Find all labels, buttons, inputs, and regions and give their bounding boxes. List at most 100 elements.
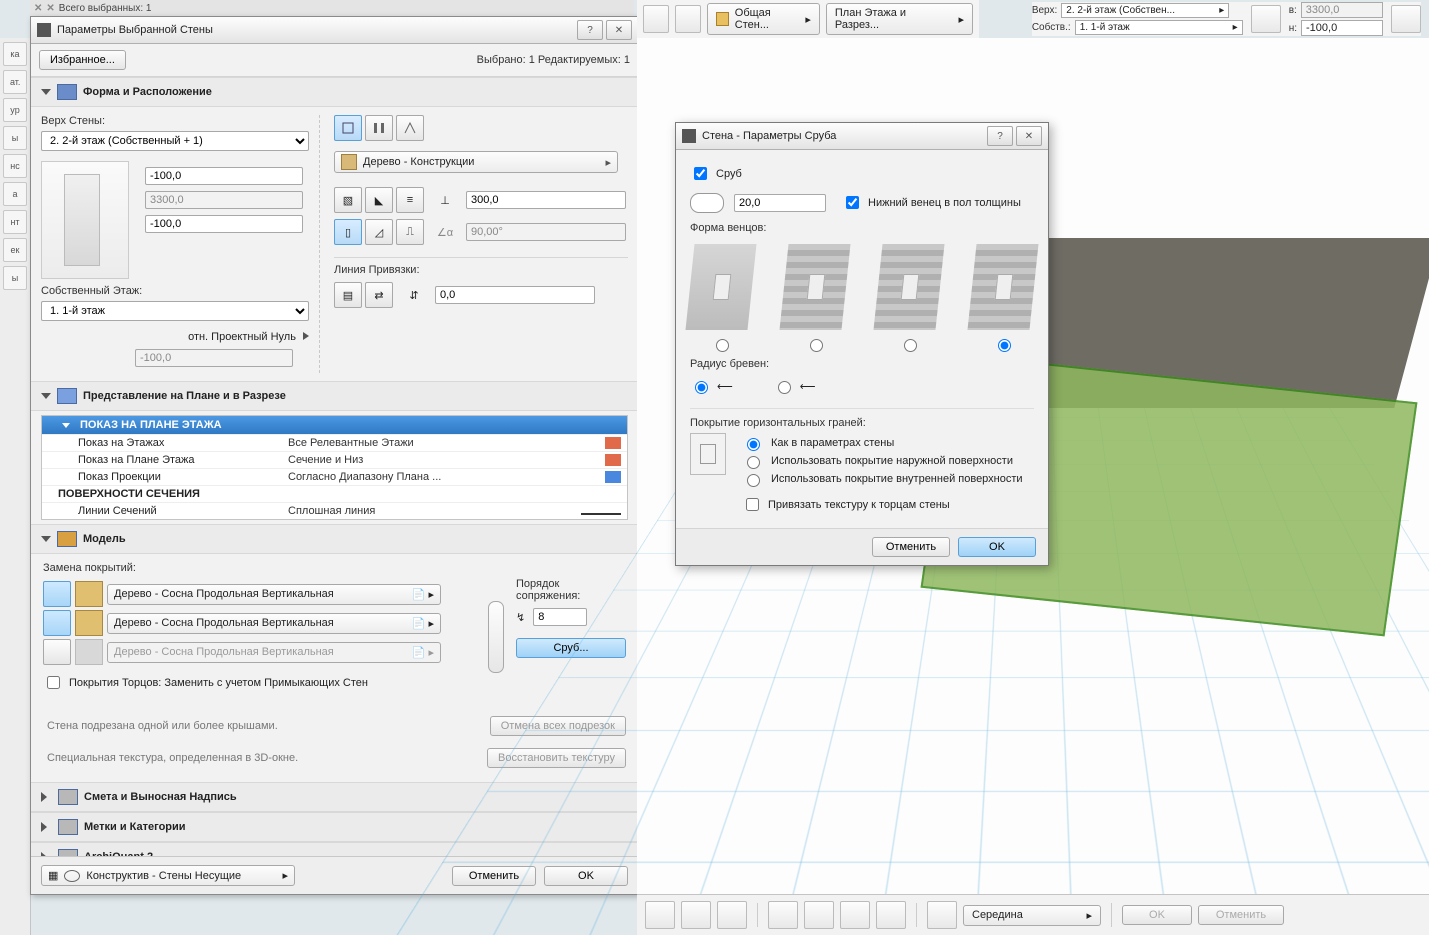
dialog-titlebar[interactable]: Параметры Выбранной Стены ? ✕ (31, 17, 638, 44)
rail-btn[interactable]: ур (3, 98, 27, 122)
cover-radio-1[interactable] (747, 438, 760, 451)
ok-button[interactable]: OK (1122, 905, 1192, 925)
struct-icon-2[interactable]: ◣ (365, 187, 393, 213)
home-story-quick[interactable]: 1. 1-й этаж▸ (1075, 20, 1243, 35)
junction-input[interactable] (533, 608, 587, 626)
height-quick[interactable] (1301, 2, 1383, 18)
plan-row[interactable]: Показ на Этажах Все Релевантные Этажи (42, 434, 627, 451)
rail-btn[interactable]: ат. (3, 70, 27, 94)
favorites-button[interactable]: Избранное... (39, 50, 126, 70)
plan-row[interactable]: Линии Сечений Сплошная линия (42, 502, 627, 519)
link-icon[interactable] (1251, 5, 1281, 33)
geometry-mode-slanted[interactable] (365, 115, 393, 141)
outside-surface-select[interactable]: Дерево - Сосна Продольная Вертикальная📄 … (107, 584, 441, 605)
plan-group-label: ПОКАЗ НА ПЛАНЕ ЭТАЖА (80, 419, 222, 431)
link-surfaces-toggle[interactable] (488, 601, 504, 673)
rail-btn[interactable]: ы (3, 126, 27, 150)
section-plan-header[interactable]: Представление на Плане и в Разрезе (31, 381, 638, 411)
texture-ends-checkbox[interactable] (746, 498, 759, 511)
project-zero-input[interactable] (135, 349, 293, 367)
more-settings-icon[interactable] (1391, 5, 1421, 33)
view-mode-select[interactable]: План Этажа и Разрез...▸ (826, 3, 973, 35)
snap-mode-select[interactable]: Середина▸ (963, 905, 1101, 926)
log-shape-radio-2[interactable] (810, 339, 823, 352)
profile-rect[interactable]: ▯ (334, 219, 362, 245)
geometry-mode-basic[interactable] (334, 115, 362, 141)
rail-btn[interactable]: ек (3, 238, 27, 262)
offset-quick[interactable] (1301, 20, 1383, 36)
help-button[interactable]: ? (577, 20, 603, 40)
override-edge-toggle[interactable] (43, 610, 71, 636)
cancel-button[interactable]: Отменить (872, 537, 950, 557)
layer-select[interactable]: ▦ Конструктив - Стены Несущие ▸ (41, 865, 295, 886)
layer-quick-select[interactable]: Общая Стен...▸ (707, 3, 820, 35)
top-offset-input[interactable] (145, 167, 303, 185)
tags-icon (58, 819, 78, 835)
cb-btn[interactable] (804, 901, 834, 929)
log-shape-radio-3[interactable] (904, 339, 917, 352)
end-surfaces-checkbox[interactable] (47, 676, 60, 689)
building-material-select[interactable]: Дерево - Конструкции ▸ (334, 151, 618, 173)
cb-btn[interactable] (927, 901, 957, 929)
chevron-right-icon[interactable] (303, 332, 309, 340)
inside-surface-select[interactable]: Дерево - Сосна Продольная Вертикальная📄 … (107, 642, 441, 663)
thickness-input[interactable] (466, 191, 626, 209)
profile-slant[interactable]: ◿ (365, 219, 393, 245)
cb-btn[interactable] (840, 901, 870, 929)
help-button[interactable]: ? (987, 126, 1013, 146)
rail-btn[interactable]: а (3, 182, 27, 206)
dialog2-titlebar[interactable]: Стена - Параметры Сруба ? ✕ (676, 123, 1048, 150)
cancel-button[interactable]: Отменить (1198, 905, 1284, 925)
height-input[interactable] (145, 191, 303, 209)
log-shape-radio-1[interactable] (716, 339, 729, 352)
half-log-checkbox[interactable] (846, 196, 859, 209)
top-story-quick[interactable]: 2. 2-й этаж (Собствен...▸ (1061, 3, 1229, 18)
tool-pointer[interactable] (643, 5, 669, 33)
section-plan-label: Представление на Плане и в Разрезе (83, 390, 286, 402)
cb-btn[interactable] (768, 901, 798, 929)
tool-wall-icon[interactable] (675, 5, 701, 33)
refline-offset-input[interactable] (435, 286, 595, 304)
cb-btn[interactable] (876, 901, 906, 929)
ok-button[interactable]: OK (958, 537, 1036, 557)
override-inside-toggle[interactable] (43, 639, 71, 665)
log-shape-radio-4[interactable] (998, 339, 1011, 352)
radius-opt-1[interactable] (695, 381, 708, 394)
cb-btn[interactable] (645, 901, 675, 929)
tab-close-icon-2[interactable]: ✕ (46, 3, 54, 14)
schedule-icon (58, 789, 78, 805)
cb-btn[interactable] (717, 901, 747, 929)
rail-btn[interactable]: ка (3, 42, 27, 66)
cover-radio-3[interactable] (747, 474, 760, 487)
geometry-mode-double[interactable] (396, 115, 424, 141)
log-diameter-input[interactable] (734, 194, 826, 212)
struct-icon-1[interactable]: ▧ (334, 187, 362, 213)
section-geometry-header[interactable]: Форма и Расположение (31, 77, 638, 107)
cb-btn[interactable] (681, 901, 711, 929)
override-outside-toggle[interactable] (43, 581, 71, 607)
cut-icon (605, 454, 621, 466)
plan-group-header[interactable]: ПОКАЗ НА ПЛАНЕ ЭТАЖА (42, 416, 627, 434)
rail-btn[interactable]: нт (3, 210, 27, 234)
enable-log-checkbox[interactable] (694, 167, 707, 180)
plan-row[interactable]: Показ на Плане Этажа Сечение и Низ (42, 451, 627, 468)
profile-trap[interactable]: ⎍ (396, 219, 424, 245)
home-story-select[interactable]: 1. 1-й этаж (41, 301, 309, 321)
struct-icon-3[interactable]: ≡ (396, 187, 424, 213)
rail-btn[interactable]: нс (3, 154, 27, 178)
tab-close-icon[interactable]: ✕ (34, 3, 42, 14)
bottom-offset-input[interactable] (145, 215, 303, 233)
close-button[interactable]: ✕ (1016, 126, 1042, 146)
section-model-header[interactable]: Модель (31, 524, 638, 554)
top-story-select[interactable]: 2. 2-й этаж (Собственный + 1) (41, 131, 309, 151)
refline-opt-1[interactable]: ▤ (334, 282, 362, 308)
angle-input[interactable] (466, 223, 626, 241)
refline-opt-2[interactable]: ⇄ (365, 282, 393, 308)
cover-radio-2[interactable] (747, 456, 760, 469)
radius-opt-2[interactable] (778, 381, 791, 394)
plan-row[interactable]: Показ Проекции Согласно Диапазону Плана … (42, 468, 627, 485)
rail-btn[interactable]: ы (3, 266, 27, 290)
close-button[interactable]: ✕ (606, 20, 632, 40)
plan-subheader[interactable]: ПОВЕРХНОСТИ СЕЧЕНИЯ (42, 485, 627, 502)
edge-surface-select[interactable]: Дерево - Сосна Продольная Вертикальная📄 … (107, 613, 441, 634)
